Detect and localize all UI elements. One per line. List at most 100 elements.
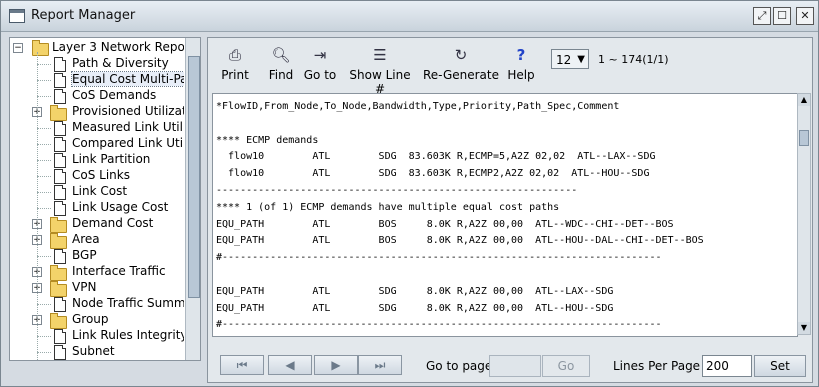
tree-item-label: CoS Links bbox=[72, 168, 130, 182]
document-icon bbox=[54, 185, 66, 200]
report-line: EQU_PATH ATL SDG 8.0K R,A2Z 00,00 ATL--H… bbox=[216, 302, 614, 314]
report-text-area[interactable]: *FlowID,From_Node,To_Node,Bandwidth,Type… bbox=[212, 93, 798, 337]
printer-icon: ⎙ bbox=[228, 46, 241, 64]
go-button[interactable]: Go bbox=[542, 355, 590, 377]
tree-item-label: CoS Demands bbox=[72, 88, 157, 102]
next-page-button[interactable]: ▶ bbox=[314, 355, 358, 375]
document-icon bbox=[54, 249, 66, 264]
help-button[interactable]: ? Help bbox=[506, 42, 536, 90]
tree-connector bbox=[37, 160, 51, 161]
pager-bar: ⏮ ◀ ▶ ⏭ Go to page Go Lines Per Page 200… bbox=[208, 351, 812, 381]
maximize-icon[interactable]: ☐ bbox=[773, 7, 791, 25]
tree-item-label: Compared Link Util c bbox=[72, 136, 184, 150]
refresh-icon: ↻ bbox=[454, 46, 468, 64]
goto-button[interactable]: ⇥ Go to bbox=[302, 42, 338, 90]
scroll-up-icon[interactable]: ▲ bbox=[798, 94, 810, 106]
document-icon bbox=[54, 169, 66, 184]
report-line: #---------------------------------------… bbox=[216, 252, 662, 264]
lines-per-page-label: Lines Per Page bbox=[613, 359, 701, 373]
document-icon bbox=[54, 73, 66, 88]
document-icon bbox=[54, 57, 66, 72]
regenerate-button[interactable]: ↻ Re-Generate bbox=[423, 42, 499, 90]
show-line-button[interactable]: ☰ Show Line # bbox=[344, 42, 416, 96]
regenerate-label: Re-Generate bbox=[423, 68, 499, 82]
report-line: **** ECMP demands bbox=[216, 134, 319, 146]
chevron-down-icon: ▼ bbox=[577, 54, 585, 65]
report-line: EQU_PATH ATL SDG 8.0K R,A2Z 00,00 ATL--L… bbox=[216, 285, 614, 297]
report-line: EQU_PATH ATL BOS 8.0K R,A2Z 00,00 ATL--H… bbox=[216, 235, 704, 247]
tree-item-label: Equal Cost Multi-Pat bbox=[70, 71, 184, 87]
print-label: Print bbox=[221, 68, 249, 82]
tree-item-label: Link Rules Integrity ( bbox=[72, 328, 184, 342]
last-page-button[interactable]: ⏭ bbox=[358, 355, 402, 375]
tree-item-label: Link Usage Cost bbox=[72, 200, 169, 214]
tree-item-label: Link Cost bbox=[72, 184, 128, 198]
report-line bbox=[216, 116, 704, 133]
tree-connector bbox=[37, 352, 51, 353]
tree-root-label: Layer 3 Network Reports bbox=[52, 40, 184, 54]
title-bar: Report Manager ⤢ ☐ ✕ bbox=[1, 1, 818, 32]
document-icon bbox=[54, 89, 66, 104]
report-tree: − Layer 3 Network Reports Path & Diversi… bbox=[10, 38, 184, 360]
tree-connector-vertical bbox=[37, 52, 38, 360]
tree-connector bbox=[37, 128, 51, 129]
document-icon bbox=[54, 345, 66, 360]
tree-item-label: Provisioned Utilizatio bbox=[72, 104, 184, 118]
report-scrollbar[interactable]: ▲ ▼ bbox=[797, 93, 811, 335]
document-icon bbox=[54, 329, 66, 344]
first-page-button[interactable]: ⏮ bbox=[220, 355, 264, 375]
help-label: Help bbox=[507, 68, 535, 82]
goto-label: Go to bbox=[303, 68, 337, 82]
close-icon[interactable]: ✕ bbox=[796, 7, 814, 25]
help-icon: ? bbox=[516, 46, 526, 64]
report-text: *FlowID,From_Node,To_Node,Bandwidth,Type… bbox=[216, 99, 704, 334]
lines-per-page-input[interactable]: 200 bbox=[702, 355, 752, 377]
goto-page-label: Go to page bbox=[426, 359, 493, 373]
page-select-value: 12 bbox=[556, 53, 572, 67]
minimize-icon[interactable]: ⤢ bbox=[753, 7, 771, 25]
document-icon bbox=[54, 121, 66, 136]
line-range: 1 ~ 174(1/1) bbox=[598, 53, 669, 66]
page-select[interactable]: 12 ▼ bbox=[551, 49, 589, 69]
tree-connector bbox=[37, 336, 51, 337]
tree-connector bbox=[37, 80, 51, 81]
folder-icon bbox=[32, 40, 49, 56]
tree-connector bbox=[37, 192, 51, 193]
report-manager-window: Report Manager ⤢ ☐ ✕ − Layer 3 Network R… bbox=[0, 0, 819, 387]
report-line: flow10 ATL SDG 83.603K R,ECMP2,A2Z 02,02… bbox=[216, 168, 650, 180]
tree-item-label: Subnet bbox=[72, 344, 115, 358]
scroll-down-icon[interactable]: ▼ bbox=[798, 322, 810, 334]
report-line bbox=[216, 267, 704, 284]
collapse-icon[interactable]: − bbox=[13, 43, 23, 53]
tree-connector bbox=[37, 96, 51, 97]
find-button[interactable]: 🔍︎ Find bbox=[264, 42, 298, 90]
tree-connector bbox=[37, 144, 51, 145]
tree-item-label: Area bbox=[72, 232, 100, 246]
tree-scrollbar[interactable] bbox=[185, 38, 200, 360]
document-icon bbox=[54, 137, 66, 152]
prev-page-button[interactable]: ◀ bbox=[268, 355, 312, 375]
tree-scroll-thumb[interactable] bbox=[188, 56, 200, 298]
report-tree-panel: − Layer 3 Network Reports Path & Diversi… bbox=[9, 37, 201, 361]
tree-connector bbox=[37, 304, 51, 305]
report-line: **** 1 (of 1) ECMP demands have multiple… bbox=[216, 201, 560, 213]
tree-item-label: Path & Diversity bbox=[72, 56, 169, 70]
tree-item-label: Measured Link Utiliz bbox=[72, 120, 184, 134]
set-button[interactable]: Set bbox=[754, 355, 806, 377]
tree-item-label: Demand Cost bbox=[72, 216, 154, 230]
report-line: ----------------------------------------… bbox=[216, 184, 578, 196]
tree-connector bbox=[37, 208, 51, 209]
goto-page-input[interactable] bbox=[489, 355, 541, 377]
tree-connector bbox=[37, 176, 51, 177]
report-line: #---------------------------------------… bbox=[216, 319, 662, 331]
report-scroll-thumb[interactable] bbox=[799, 130, 809, 146]
tree-item-label: Interface Traffic bbox=[72, 264, 166, 278]
report-line: EQU_PATH ATL BOS 8.0K R,A2Z 00,00 ATL--W… bbox=[216, 218, 674, 230]
tree-item-label: Link Partition bbox=[72, 152, 151, 166]
document-icon bbox=[54, 201, 66, 216]
toolbar: ⎙ Print 🔍︎ Find ⇥ Go to ☰ Show Line # ↻ … bbox=[208, 38, 812, 96]
report-line: flow10 ATL SDG 83.603K R,ECMP=5,A2Z 02,0… bbox=[216, 151, 656, 163]
report-line: *FlowID,From_Node,To_Node,Bandwidth,Type… bbox=[216, 101, 620, 112]
print-button[interactable]: ⎙ Print bbox=[218, 42, 252, 90]
window-icon bbox=[9, 9, 25, 23]
